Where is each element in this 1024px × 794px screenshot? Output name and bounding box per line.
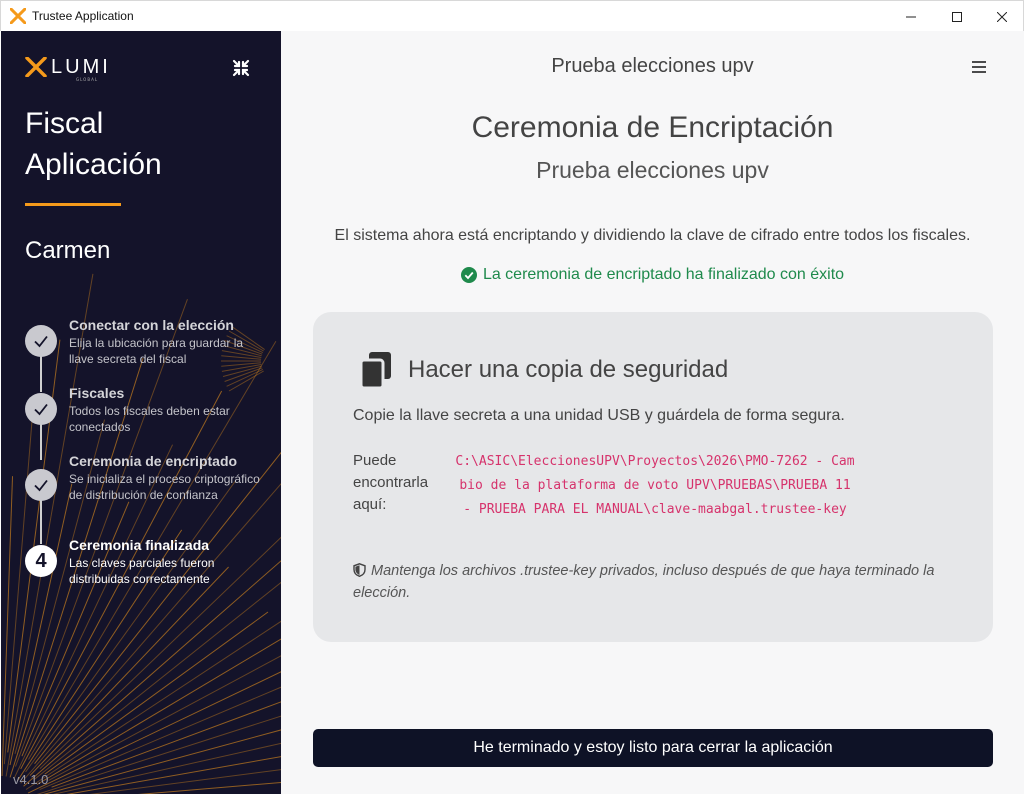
app-icon — [10, 8, 26, 24]
close-icon — [997, 11, 1007, 22]
step-2-check — [25, 393, 57, 425]
step-4-desc: Las claves parciales fueron distribuidas… — [69, 556, 215, 586]
app-title: Fiscal Aplicación — [25, 103, 162, 185]
check-icon — [34, 335, 48, 348]
step-connector — [40, 356, 42, 392]
copy-icon — [359, 352, 391, 390]
success-message: La ceremonia de encriptado ha finalizado… — [281, 266, 1024, 284]
sunburst-ray — [43, 729, 281, 794]
sidebar: LUMI GLOBAL Fiscal Aplicación Carmen Con… — [1, 31, 281, 794]
minimize-button[interactable] — [888, 1, 934, 32]
step-3-title: Ceremonia de encriptado — [69, 453, 238, 469]
step-4-title: Ceremonia finalizada — [69, 537, 210, 553]
backup-card: Hacer una copia de seguridad Copie la ll… — [313, 312, 993, 642]
sunburst-ray — [226, 368, 264, 387]
collapse-icon[interactable] — [231, 58, 251, 78]
header-election-title: Prueba elecciones upv — [551, 55, 754, 77]
page-title: Ceremonia de Encriptación — [471, 111, 834, 144]
step-1-title: Conectar con la elección — [69, 317, 234, 333]
step-1-check — [25, 325, 57, 357]
step-4-number: 4 — [25, 545, 57, 577]
success-text: La ceremonia de encriptado ha finalizado… — [482, 266, 845, 283]
check-icon — [34, 479, 48, 492]
main-content: Prueba elecciones upv Ceremonia de Encri… — [281, 31, 1024, 794]
lumi-logo: LUMI GLOBAL — [25, 56, 111, 82]
logo-text: LUMI — [51, 56, 111, 78]
backup-description: Copie la llave secreta a una unidad USB … — [353, 407, 845, 424]
step-3-desc: Se inicializa el proceso criptográfico d… — [69, 472, 260, 502]
shield-icon — [353, 563, 366, 577]
check-icon — [34, 403, 48, 416]
page-subtitle: Prueba elecciones upv — [536, 157, 769, 183]
version-label: v4.1.0 — [13, 772, 49, 787]
privacy-note: Mantenga los archivos .trustee-key priva… — [353, 560, 953, 604]
accent-bar — [25, 203, 121, 206]
info-text: El sistema ahora está encriptando y divi… — [334, 227, 971, 244]
check-circle-icon — [460, 267, 477, 283]
close-button[interactable] — [979, 1, 1024, 32]
window-title: Trustee Application — [32, 9, 134, 23]
maximize-button[interactable] — [934, 1, 980, 32]
privacy-note-text: Mantenga los archivos .trustee-key priva… — [353, 563, 935, 601]
step-3-check — [25, 469, 57, 501]
finish-close-button[interactable]: He terminado y estoy listo para cerrar l… — [313, 729, 993, 767]
lumi-logo-icon — [25, 57, 47, 77]
backup-title: Hacer una copia de seguridad — [408, 356, 729, 383]
step-connector — [40, 424, 42, 460]
step-4-number-text: 4 — [35, 549, 47, 572]
app-title-line1: Fiscal — [25, 107, 104, 140]
maximize-icon — [952, 11, 962, 22]
user-name: Carmen — [25, 237, 111, 264]
sunburst-ray — [44, 611, 269, 775]
hamburger-menu-icon[interactable] — [971, 59, 987, 75]
location-label: Puede encontrarla aquí: — [353, 452, 429, 513]
key-file-path[interactable]: C:\ASIC\EleccionesUPV\Proyectos\2026\PMO… — [455, 450, 855, 522]
step-1-desc: Elija la ubicación para guardar la llave… — [69, 336, 244, 366]
app-title-line2: Aplicación — [25, 148, 162, 181]
step-2-desc: Todos los fiscales deben estar conectado… — [69, 404, 230, 434]
window-titlebar: Trustee Application — [0, 0, 1024, 31]
step-2-title: Fiscales — [69, 385, 125, 401]
logo-subtext: GLOBAL — [76, 77, 99, 82]
minimize-icon — [906, 16, 916, 17]
